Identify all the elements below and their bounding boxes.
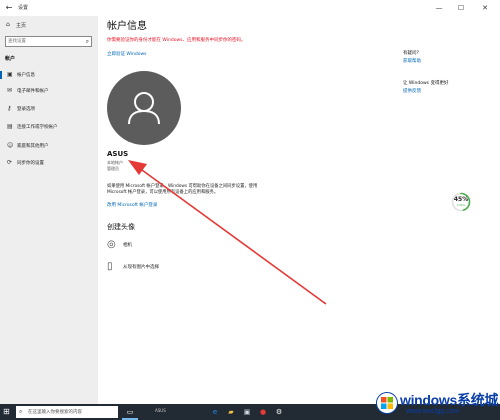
briefcase-icon: ▤	[7, 123, 13, 130]
camera-option-label: 相机	[123, 243, 132, 248]
sidebar-item-label: 帐户信息	[17, 73, 35, 78]
settings-search-box[interactable]: ⌕	[5, 36, 92, 47]
search-icon: ⌕	[19, 408, 23, 415]
people-icon: ☺	[7, 142, 14, 149]
sidebar-item-label: 电子邮件和帐户	[17, 89, 49, 94]
help-heading: 有疑问？	[403, 51, 421, 56]
browse-option-label: 从现有图片中选择	[123, 265, 159, 270]
settings-search-input[interactable]	[8, 37, 78, 46]
sidebar-item-label: 同步你的设置	[17, 161, 44, 166]
microsoft-account-link[interactable]: 改用 Microsoft 帐户登录	[107, 202, 157, 208]
edge-icon[interactable]: e	[210, 407, 220, 417]
windows-start-icon[interactable]: ⊞	[3, 408, 10, 416]
verify-warning-text: 你需要验证你的身份才能在 Windows、应用和服务中同步你的密码。	[107, 38, 246, 43]
close-button[interactable]: ✕	[478, 2, 492, 14]
account-description: 如果使用 Microsoft 帐户登录，Windows 可帮助你在设备之间同步设…	[107, 184, 258, 195]
file-explorer-icon[interactable]: ▰	[226, 407, 236, 417]
sidebar-item-sync-settings[interactable]: ⟳ 同步你的设置	[0, 156, 98, 170]
app-icon[interactable]: ●	[258, 407, 268, 417]
sync-icon: ⟳	[7, 159, 13, 166]
sidebar-item-home[interactable]: ⌂ 主页	[0, 20, 98, 32]
camera-icon: ◎	[107, 239, 116, 250]
sidebar-item-family-users[interactable]: ☺ 家庭和其他用户	[0, 139, 98, 153]
settings-gear-icon[interactable]: ⚙	[274, 407, 284, 417]
taskbar-search-label: 在这里输入你要搜索的内容	[28, 410, 82, 415]
person-card-icon: ▣	[7, 71, 13, 78]
sidebar-item-label: 登录选项	[17, 107, 35, 112]
taskbar-search-box[interactable]: ⌕ 在这里输入你要搜索的内容	[16, 406, 118, 418]
taskbar: ⊞ ⌕ 在这里输入你要搜索的内容 ▭ ASUS e ▰ ▣ ● ⚙	[0, 404, 500, 420]
sidebar-item-label: 家庭和其他用户	[17, 144, 49, 149]
sidebar-home-label: 主页	[16, 23, 27, 29]
browse-picture-option[interactable]: ▯ 从现有图片中选择	[107, 260, 227, 276]
sidebar: ⌂ 主页 ⌕ 帐户 ▣ 帐户信息 ✉ 电子邮件和帐户 ⚷ 登录选项 ▤ 连接工作…	[0, 16, 98, 404]
account-name: ASUS	[107, 150, 129, 158]
app-title: 设置	[18, 5, 29, 11]
get-help-link[interactable]: 获取帮助	[403, 58, 421, 64]
sidebar-item-label: 连接工作或学校帐户	[17, 125, 58, 130]
sidebar-item-account-info[interactable]: ▣ 帐户信息	[0, 68, 98, 82]
sidebar-item-work-school[interactable]: ▤ 连接工作或学校帐户	[0, 120, 98, 134]
title-bar: ← 设置 — ☐ ✕	[0, 0, 500, 16]
main-content: 帐户信息 你需要验证你的身份才能在 Windows、应用和服务中同步你的密码。 …	[98, 16, 500, 404]
home-icon: ⌂	[6, 21, 10, 28]
sidebar-item-sign-in-options[interactable]: ⚷ 登录选项	[0, 102, 98, 116]
feedback-heading: 让 Windows 变得更好	[403, 81, 449, 86]
settings-window: ← 设置 — ☐ ✕ ⌂ 主页 ⌕ 帐户 ▣ 帐户信息 ✉ 电子邮件和帐户 ⚷ …	[0, 0, 500, 404]
sidebar-section-title: 帐户	[5, 56, 16, 62]
sidebar-item-email-accounts[interactable]: ✉ 电子邮件和帐户	[0, 84, 98, 98]
verify-link[interactable]: 立即验证 Windows	[107, 51, 147, 57]
progress-speed: 0.5K/s	[457, 204, 465, 207]
key-icon: ⚷	[7, 105, 12, 112]
network-speed-widget[interactable]: 45% 0.5K/s	[451, 192, 471, 212]
page-title: 帐户信息	[107, 21, 147, 32]
maximize-button[interactable]: ☐	[454, 2, 468, 14]
person-silhouette-icon	[128, 92, 160, 125]
minimize-button[interactable]: —	[432, 2, 446, 14]
search-icon[interactable]: ⌕	[86, 37, 89, 46]
task-view-icon[interactable]: ▭	[125, 407, 135, 417]
camera-option[interactable]: ◎ 相机	[107, 238, 227, 254]
taskbar-app-label: ASUS	[155, 408, 166, 413]
picture-icon: ▯	[107, 261, 113, 272]
mail-icon: ✉	[7, 87, 13, 94]
account-role: 管理员	[107, 166, 119, 171]
back-arrow-icon[interactable]: ←	[3, 2, 15, 14]
progress-percent: 45%	[453, 196, 469, 203]
avatar	[107, 71, 181, 145]
create-avatar-title: 创建头像	[107, 223, 135, 231]
store-icon[interactable]: ▣	[242, 407, 252, 417]
give-feedback-link[interactable]: 提供反馈	[403, 88, 421, 94]
